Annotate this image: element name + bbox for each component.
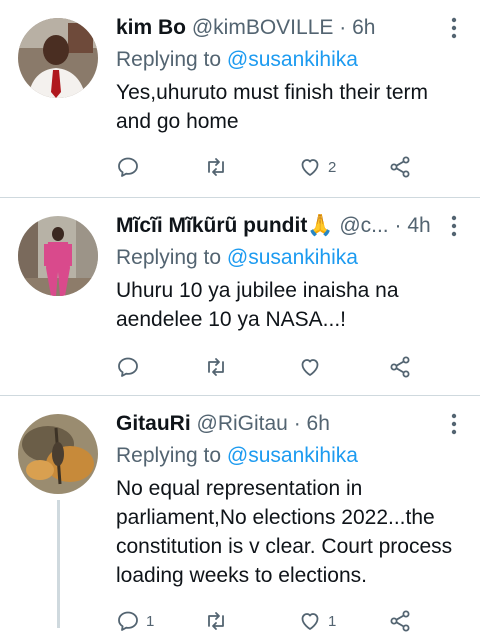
display-name[interactable]: Mĩcĩi Mĩkũrũ pundit🙏 <box>116 214 333 237</box>
replying-to-line: Replying to @susankihika <box>116 244 358 272</box>
separator-dot: · <box>339 16 347 39</box>
share-button[interactable] <box>388 352 412 382</box>
more-icon[interactable] <box>450 16 458 40</box>
tweet-text: Uhuru 10 ya jubilee inaisha na aendelee … <box>116 279 399 331</box>
replying-to-label: Replying to <box>116 246 222 269</box>
tweet-header: GitauRi @RiGitau · 6h <box>116 410 440 438</box>
like-count: 1 <box>328 612 337 630</box>
user-handle[interactable]: @c... <box>339 214 388 237</box>
like-icon <box>301 159 319 176</box>
timestamp[interactable]: 6h <box>352 16 375 39</box>
action-bar: 2 <box>116 152 416 182</box>
action-bar <box>116 352 416 382</box>
reply-button[interactable]: 1 <box>116 606 154 636</box>
tweet-header: kim Bo @kimBOVILLE · 6h <box>116 14 440 42</box>
timestamp[interactable]: 6h <box>307 412 330 435</box>
retweet-icon <box>208 158 224 176</box>
replying-to-label: Replying to <box>116 48 222 71</box>
retweet-icon <box>208 612 224 630</box>
avatar[interactable] <box>18 414 98 494</box>
retweet-icon <box>208 358 224 376</box>
avatar-image <box>18 414 98 494</box>
like-icon <box>301 613 319 630</box>
retweet-button[interactable] <box>204 606 234 636</box>
separator-dot: · <box>394 214 402 237</box>
retweet-button[interactable] <box>204 152 234 182</box>
share-icon <box>390 610 410 632</box>
tweet[interactable]: GitauRi @RiGitau · 6h Replying to @susan… <box>0 396 480 632</box>
mention-link[interactable]: @susankihika <box>227 246 358 269</box>
avatar[interactable] <box>18 18 98 98</box>
reply-count: 1 <box>146 612 155 630</box>
tweet-text: Yes,uhuruto must finish their term and g… <box>116 81 429 133</box>
replying-to-label: Replying to <box>116 444 222 467</box>
reply-icon <box>118 611 138 631</box>
avatar-image <box>18 18 98 98</box>
share-button[interactable] <box>388 606 412 636</box>
share-icon <box>390 156 410 178</box>
share-button[interactable] <box>388 152 412 182</box>
tweet-text: No equal representation in parliament,No… <box>116 477 453 587</box>
mention-link[interactable]: @susankihika <box>227 444 358 467</box>
thread-line <box>57 500 60 628</box>
avatar-image <box>18 216 98 296</box>
tweet-header: Mĩcĩi Mĩkũrũ pundit🙏 @c... · 4h <box>116 212 440 240</box>
display-name[interactable]: GitauRi <box>116 412 191 435</box>
user-handle[interactable]: @RiGitau <box>197 412 288 435</box>
reply-icon <box>118 157 138 177</box>
separator-dot: · <box>293 412 301 435</box>
mention-link[interactable]: @susankihika <box>227 48 358 71</box>
share-icon <box>390 356 410 378</box>
replying-to-line: Replying to @susankihika <box>116 46 358 74</box>
more-icon[interactable] <box>450 412 458 436</box>
reply-button[interactable] <box>116 152 146 182</box>
like-button[interactable]: 1 <box>298 606 336 636</box>
like-count: 2 <box>328 158 337 176</box>
reply-icon <box>118 357 138 377</box>
like-button[interactable]: 2 <box>298 152 336 182</box>
reply-button[interactable] <box>116 352 146 382</box>
like-button[interactable] <box>298 352 328 382</box>
tweet[interactable]: Mĩcĩi Mĩkũrũ pundit🙏 @c... · 4h Replying… <box>0 198 480 394</box>
more-icon[interactable] <box>450 214 458 238</box>
tweet[interactable]: kim Bo @kimBOVILLE · 6h Replying to @sus… <box>0 0 480 196</box>
user-handle[interactable]: @kimBOVILLE <box>192 16 334 39</box>
retweet-button[interactable] <box>204 352 234 382</box>
timestamp[interactable]: 4h <box>407 214 430 237</box>
replying-to-line: Replying to @susankihika <box>116 442 358 470</box>
like-icon <box>301 359 319 376</box>
display-name[interactable]: kim Bo <box>116 16 186 39</box>
avatar[interactable] <box>18 216 98 296</box>
action-bar: 1 1 <box>116 606 416 636</box>
